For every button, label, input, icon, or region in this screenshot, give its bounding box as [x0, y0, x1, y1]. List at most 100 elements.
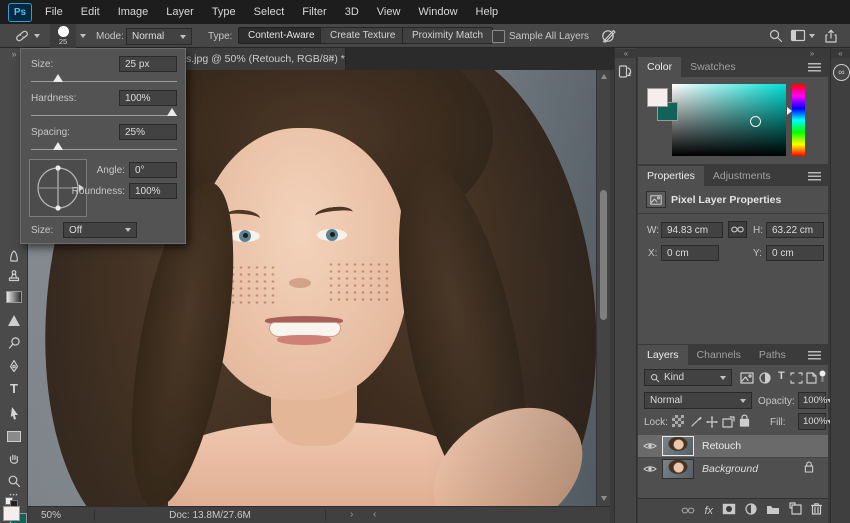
tab-swatches[interactable]: Swatches [681, 57, 745, 77]
tab-adjustments[interactable]: Adjustments [704, 166, 780, 186]
swap-colors-icon[interactable] [5, 497, 23, 508]
link-dimensions-button[interactable] [728, 221, 747, 238]
filter-type-icon[interactable]: T [778, 370, 785, 382]
menu-item-file[interactable]: File [36, 0, 72, 24]
color-panel-menu-icon[interactable] [808, 63, 821, 72]
lock-all-icon[interactable] [739, 414, 750, 432]
filter-toggle-pin-icon[interactable] [819, 370, 826, 388]
tab-channels[interactable]: Channels [688, 345, 750, 365]
creative-cloud-icon[interactable]: ∞ [833, 64, 850, 81]
share-icon[interactable] [823, 28, 839, 49]
menu-item-window[interactable]: Window [409, 0, 466, 24]
h-input[interactable]: 63.22 cm [766, 222, 824, 238]
pressure-size-icon[interactable] [600, 27, 618, 50]
properties-panel-menu-icon[interactable] [808, 172, 821, 181]
menu-item-layer[interactable]: Layer [157, 0, 203, 24]
lock-paint-icon[interactable] [690, 415, 702, 433]
layer-thumbnail[interactable] [662, 436, 694, 456]
menu-item-3d[interactable]: 3D [336, 0, 368, 24]
foreground-color-swatch[interactable] [3, 506, 20, 521]
spacing-input[interactable]: 25% [119, 124, 177, 140]
layer-filter-kind-dropdown[interactable]: Kind [644, 369, 732, 386]
doc-size-info[interactable]: Doc: 13.8M/27.6M [94, 510, 326, 521]
layer-style-fx-icon[interactable]: fx [704, 505, 713, 517]
menu-item-type[interactable]: Type [203, 0, 245, 24]
tab-properties[interactable]: Properties [638, 166, 704, 186]
type-button-content-aware[interactable]: Content-Aware [238, 27, 325, 44]
hardness-slider[interactable] [31, 115, 177, 116]
size-slider-thumb[interactable] [53, 74, 63, 82]
tab-color[interactable]: Color [638, 57, 682, 77]
x-input[interactable]: 0 cm [661, 245, 719, 261]
type-tool[interactable]: T [0, 380, 28, 398]
menu-item-view[interactable]: View [368, 0, 410, 24]
workspace-caret-icon[interactable] [809, 34, 815, 38]
sample-all-layers-checkbox[interactable] [492, 30, 505, 43]
history-brush-tool[interactable] [0, 247, 28, 265]
menu-item-filter[interactable]: Filter [293, 0, 335, 24]
menu-item-image[interactable]: Image [109, 0, 158, 24]
spot-healing-brush-icon[interactable] [12, 27, 30, 50]
w-input[interactable]: 94.83 cm [661, 222, 723, 238]
color-picker-circle[interactable] [750, 116, 761, 127]
hand-tool[interactable] [0, 450, 28, 468]
new-group-icon[interactable] [766, 502, 780, 520]
rectangle-tool[interactable] [0, 427, 28, 445]
menu-item-edit[interactable]: Edit [72, 0, 109, 24]
lock-transparency-icon[interactable] [672, 415, 684, 427]
adjustment-layer-icon[interactable] [745, 502, 757, 520]
layer-row-background[interactable]: Background [638, 457, 828, 479]
layer-thumbnail[interactable] [662, 458, 694, 479]
size-input[interactable]: 25 px [119, 56, 177, 72]
tab-close-icon[interactable]: × [328, 52, 334, 64]
tab-paths[interactable]: Paths [750, 345, 795, 365]
mode-dropdown[interactable]: Normal [126, 28, 192, 45]
color-foreground-swatch[interactable] [647, 88, 668, 107]
gradient-tool[interactable] [0, 288, 28, 306]
delete-layer-icon[interactable] [810, 502, 823, 520]
y-input[interactable]: 0 cm [766, 245, 824, 261]
layer-name[interactable]: Retouch [702, 440, 741, 452]
brush-preset-picker[interactable]: 25 [50, 24, 76, 48]
layer-row-retouch[interactable]: Retouch [638, 435, 828, 457]
scroll-down-arrow-icon[interactable] [601, 496, 607, 501]
zoom-level[interactable]: 50% [41, 510, 61, 521]
tool-preset-caret-icon[interactable] [34, 34, 40, 38]
tab-layers[interactable]: Layers [638, 345, 688, 365]
right-strip-collapse-icon[interactable]: « [831, 49, 850, 58]
saturation-box[interactable] [672, 84, 786, 156]
filter-shape-icon[interactable] [790, 371, 803, 389]
path-selection-tool[interactable] [0, 404, 28, 422]
dodge-tool[interactable] [0, 334, 28, 352]
clone-stamp-tool[interactable] [0, 266, 28, 284]
layer-name[interactable]: Background [702, 463, 804, 475]
type-button-proximity-match[interactable]: Proximity Match [402, 27, 494, 44]
visibility-eye-icon[interactable] [638, 464, 662, 474]
angle-input[interactable]: 0° [129, 162, 177, 178]
lock-position-icon[interactable] [706, 415, 718, 433]
pen-tool[interactable] [0, 357, 28, 375]
filter-pixel-icon[interactable] [740, 371, 754, 389]
visibility-eye-icon[interactable] [638, 441, 662, 451]
hue-slider[interactable] [792, 84, 805, 156]
ps-logo[interactable]: Ps [8, 3, 32, 22]
lock-artboard-icon[interactable] [722, 415, 735, 433]
pen-size-dropdown[interactable]: Off [63, 222, 137, 238]
menu-item-help[interactable]: Help [467, 0, 508, 24]
vertical-scroll-thumb[interactable] [600, 190, 607, 320]
scroll-up-arrow-icon[interactable] [601, 74, 607, 79]
hardness-slider-thumb[interactable] [167, 108, 177, 116]
search-icon[interactable] [768, 28, 784, 49]
dock-collapse-icon[interactable]: « [615, 49, 637, 58]
vertical-scrollbar[interactable] [596, 70, 610, 506]
opacity-dropdown[interactable]: 100% [798, 392, 834, 409]
brush-picker-caret-icon[interactable] [80, 34, 86, 38]
menu-item-select[interactable]: Select [245, 0, 294, 24]
filter-adjustment-icon[interactable] [759, 371, 771, 389]
type-button-create-texture[interactable]: Create Texture [320, 27, 406, 44]
link-layers-icon[interactable] [681, 502, 695, 520]
blur-tool[interactable] [0, 311, 28, 329]
fill-dropdown[interactable]: 100% [798, 413, 834, 430]
filter-smart-object-icon[interactable] [806, 371, 817, 389]
hardness-input[interactable]: 100% [119, 90, 177, 106]
